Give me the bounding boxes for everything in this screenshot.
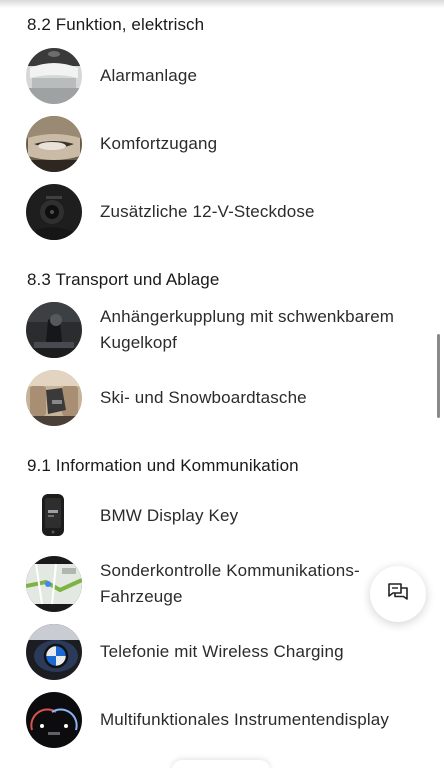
equipment-list-page: 8.2 Funktion, elektrisch Alarmanlage Kom…	[0, 0, 444, 768]
section-title-9-1: 9.1 Information und Kommunikation	[27, 456, 299, 475]
door-handle-image	[26, 116, 82, 172]
list-item-wireless-charging[interactable]: Telefonie mit Wireless Charging	[26, 624, 416, 680]
item-label: Sonderkontrolle Kommunikations-Fahrzeuge	[100, 561, 360, 606]
item-label: Zusätzliche 12-V-Steckdose	[100, 202, 315, 221]
section-title-8-2: 8.2 Funktion, elektrisch	[27, 15, 205, 34]
list-item-sonderkontrolle[interactable]: Sonderkontrolle Kommunikations-Fahrzeuge	[26, 556, 416, 612]
item-label: Telefonie mit Wireless Charging	[100, 642, 344, 661]
item-label: Ski- und Snowboardtasche	[100, 388, 307, 407]
list-item-alarmanlage[interactable]: Alarmanlage	[26, 48, 416, 104]
display-key-image	[26, 488, 82, 544]
top-shadow	[0, 0, 444, 8]
list-item-12v-steckdose[interactable]: Zusätzliche 12-V-Steckdose	[26, 184, 416, 240]
chat-button[interactable]	[370, 566, 426, 622]
navigation-map-image	[26, 556, 82, 612]
alarm-sensor-image	[26, 48, 82, 104]
instrument-display-image	[26, 692, 82, 748]
item-label: Multifunktionales Instrumentendisplay	[100, 710, 390, 729]
bottom-sheet-handle[interactable]	[172, 760, 270, 768]
list-item-display-key[interactable]: BMW Display Key	[26, 488, 416, 544]
list-item-instrumentendisplay[interactable]: Multifunktionales Instrumentendisplay	[26, 692, 416, 748]
tow-hitch-image	[26, 302, 82, 358]
chat-icon	[386, 580, 410, 609]
list-item-ski-snowboardtasche[interactable]: Ski- und Snowboardtasche	[26, 370, 416, 426]
item-label: Komfortzugang	[100, 134, 218, 153]
item-label: Anhängerkupplung mit schwenkbarem Kugelk…	[100, 307, 395, 352]
section-title-8-3: 8.3 Transport und Ablage	[27, 270, 220, 289]
power-socket-image	[26, 184, 82, 240]
list-item-komfortzugang[interactable]: Komfortzugang	[26, 116, 416, 172]
wireless-charging-image	[26, 624, 82, 680]
scrollbar[interactable]	[437, 334, 440, 418]
item-label: BMW Display Key	[100, 506, 239, 525]
list-item-anhaengerkupplung[interactable]: Anhängerkupplung mit schwenkbarem Kugelk…	[26, 302, 416, 358]
ski-bag-image	[26, 370, 82, 426]
item-label: Alarmanlage	[100, 66, 198, 85]
